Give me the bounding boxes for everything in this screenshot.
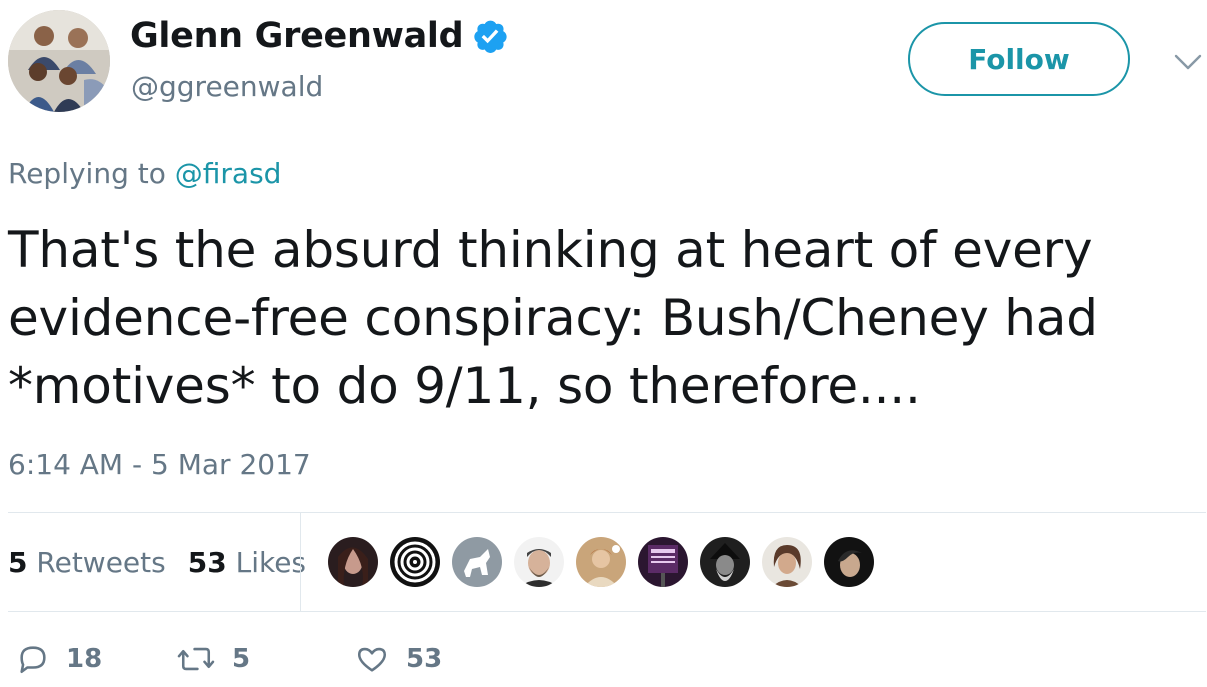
tweet-card: Glenn Greenwald @ggreenwald Follow Reply…: [0, 0, 1207, 687]
liker-avatar-2[interactable]: [390, 537, 440, 587]
liker-avatar-5[interactable]: [576, 537, 626, 587]
liker-avatar-9[interactable]: [824, 537, 874, 587]
tweet-text: That's the absurd thinking at heart of e…: [8, 221, 1098, 415]
reply-action[interactable]: 18: [16, 642, 102, 676]
tweet-timestamp[interactable]: 6:14 AM - 5 Mar 2017: [8, 448, 311, 481]
avatar[interactable]: [8, 10, 110, 112]
reply-count: 18: [66, 644, 103, 674]
retweet-count: 5: [232, 644, 251, 674]
likes-stat-label: Likes: [235, 546, 307, 579]
author-name-row[interactable]: Glenn Greenwald: [130, 16, 509, 56]
liker-avatar-7[interactable]: [700, 537, 750, 587]
retweet-icon: [176, 642, 216, 676]
liker-avatars: [328, 537, 874, 587]
replying-to-line: Replying to @firasd: [8, 157, 281, 190]
tweet-stats: 5 Retweets 53 Likes: [8, 546, 306, 579]
author-handle[interactable]: @ggreenwald: [131, 70, 323, 103]
like-action[interactable]: 53: [354, 642, 442, 676]
liker-avatar-3[interactable]: [452, 537, 502, 587]
retweets-stat[interactable]: 5 Retweets: [8, 546, 166, 579]
retweets-stat-count: 5: [8, 546, 28, 579]
likes-stat[interactable]: 53 Likes: [188, 546, 306, 579]
reply-icon: [16, 642, 50, 676]
liker-avatar-1[interactable]: [328, 537, 378, 587]
verified-badge-icon: [471, 17, 509, 55]
divider: [8, 611, 1206, 612]
liker-avatar-6[interactable]: [638, 537, 688, 587]
chevron-down-icon[interactable]: [1172, 50, 1204, 74]
liker-avatar-8[interactable]: [762, 537, 812, 587]
stats-separator: [300, 513, 301, 611]
liker-avatar-4[interactable]: [514, 537, 564, 587]
likes-stat-count: 53: [187, 546, 227, 579]
reply-to-handle-link[interactable]: @firasd: [175, 157, 282, 190]
retweet-action[interactable]: 5: [176, 642, 250, 676]
heart-icon: [354, 642, 390, 676]
retweets-stat-label: Retweets: [36, 546, 166, 579]
like-count: 53: [406, 644, 443, 674]
divider: [8, 512, 1206, 513]
follow-button[interactable]: Follow: [908, 22, 1130, 96]
replying-to-label: Replying to: [8, 157, 175, 190]
author-name[interactable]: Glenn Greenwald: [130, 16, 464, 56]
